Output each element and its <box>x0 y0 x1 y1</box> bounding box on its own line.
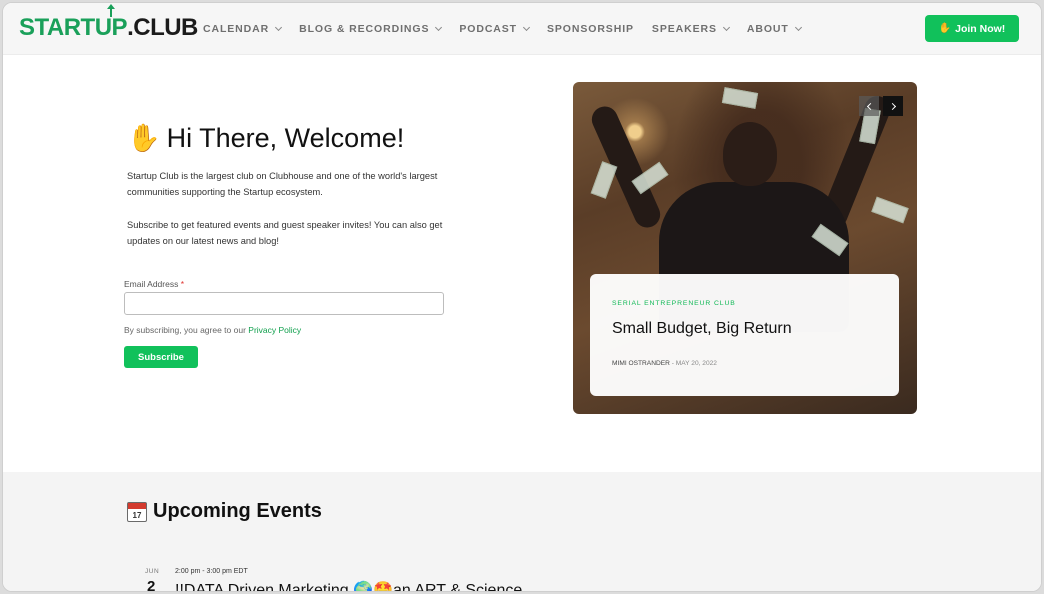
chevron-left-icon <box>866 102 874 110</box>
event-time: 2:00 pm - 3:00 pm EDT <box>175 568 248 575</box>
startup-club-logo[interactable]: START UP .CLUB <box>19 4 198 43</box>
carousel-next-button[interactable] <box>883 96 903 116</box>
waving-hand-icon: ✋ <box>938 23 952 34</box>
email-label: Email Address * <box>124 279 185 289</box>
nav-blog-recordings[interactable]: BLOG & RECORDINGS <box>299 23 443 35</box>
logo-text-up: UP <box>95 4 128 43</box>
featured-post-card[interactable]: SERIAL ENTREPRENEUR CLUB Small Budget, B… <box>590 274 899 396</box>
nav-about[interactable]: ABOUT <box>747 23 802 35</box>
events-heading: 17 Upcoming Events <box>127 500 322 523</box>
post-category[interactable]: SERIAL ENTREPRENEUR CLUB <box>612 300 736 307</box>
star-struck-icon: 🤩 <box>373 582 393 592</box>
photo-money-bill <box>871 196 909 224</box>
chevron-down-icon <box>275 23 283 32</box>
logo-text-club: .CLUB <box>127 14 198 41</box>
nav-speakers[interactable]: SPEAKERS <box>652 23 730 35</box>
nav-sponsorship[interactable]: SPONSORSHIP <box>547 23 634 35</box>
photo-money-bill <box>590 161 618 199</box>
required-marker: * <box>180 279 185 289</box>
consent-text: By subscribing, you agree to our Privacy… <box>124 325 302 335</box>
browser-viewport: START UP .CLUB CALENDAR BLOG & RECORDINGS … <box>2 2 1042 592</box>
subscribe-description: Subscribe to get featured events and gue… <box>127 220 443 246</box>
subscribe-form: Email Address * By subscribing, you agre… <box>121 269 459 381</box>
featured-post-carousel[interactable]: SERIAL ENTREPRENEUR CLUB Small Budget, B… <box>573 82 917 414</box>
event-day: 2 <box>147 578 156 592</box>
logo-text-start: START <box>19 14 95 41</box>
post-date: MAY 20, 2022 <box>675 360 717 367</box>
privacy-policy-link[interactable]: Privacy Policy <box>248 325 301 335</box>
main-nav: CALENDAR BLOG & RECORDINGS PODCAST SPONS… <box>203 3 802 55</box>
upcoming-events-section: 17 Upcoming Events JUN 2 2:00 pm - 3:00 … <box>3 472 1041 592</box>
chevron-down-icon <box>722 23 730 32</box>
event-month: JUN <box>145 568 160 575</box>
intro-text: Startup Club is the largest club on Club… <box>127 171 438 197</box>
site-header: START UP .CLUB CALENDAR BLOG & RECORDINGS … <box>3 3 1041 55</box>
post-meta: MIMI OSTRANDER - MAY 20, 2022 <box>612 360 717 367</box>
nav-calendar[interactable]: CALENDAR <box>203 23 283 35</box>
welcome-heading: ✋ Hi There, Welcome! <box>127 123 405 153</box>
photo-person-head <box>723 122 777 186</box>
event-title[interactable]: !!DATA Driven Marketing 🌍🤩an ART & Scien… <box>175 580 522 592</box>
post-author[interactable]: MIMI OSTRANDER <box>612 360 670 367</box>
logo-arrow-icon <box>106 4 115 17</box>
chevron-down-icon <box>435 23 443 32</box>
nav-podcast[interactable]: PODCAST <box>459 23 531 35</box>
email-field[interactable] <box>124 292 444 315</box>
globe-icon: 🌍 <box>353 582 374 592</box>
join-now-button[interactable]: ✋ Join Now! <box>925 15 1019 42</box>
calendar-icon: 17 <box>127 501 147 522</box>
chevron-right-icon <box>888 102 896 110</box>
waving-hand-icon: ✋ <box>127 123 161 153</box>
post-title[interactable]: Small Budget, Big Return <box>612 320 792 338</box>
carousel-prev-button[interactable] <box>859 96 879 116</box>
chevron-down-icon <box>794 23 802 32</box>
photo-money-bill <box>721 87 759 109</box>
subscribe-button[interactable]: Subscribe <box>124 346 198 368</box>
chevron-down-icon <box>522 23 531 32</box>
